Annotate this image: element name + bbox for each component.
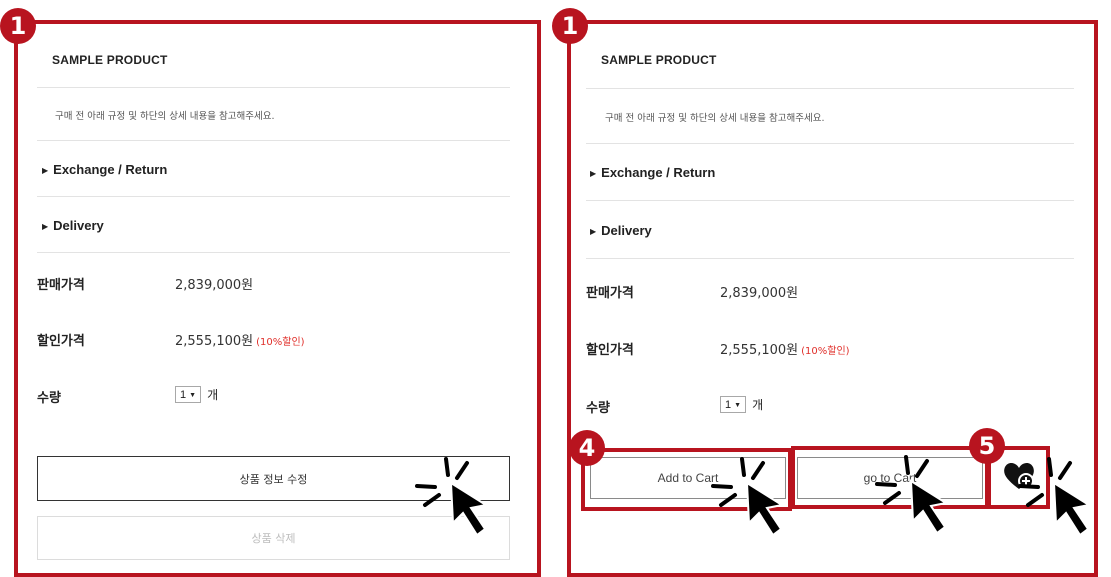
accordion-delivery[interactable]: ▶ Delivery [42,218,104,233]
quantity-select[interactable]: 1 ▼ [175,386,202,404]
step-badge-1-left: 1 [0,8,36,44]
product-title: SAMPLE PRODUCT [52,53,168,67]
triangle-right-icon: ▶ [42,166,49,175]
click-cursor-icon [415,457,489,537]
discount-price-row: 2,555,100원 (10%할인) [175,330,305,349]
quantity-row: 1 ▼ 개 [175,386,218,404]
click-cursor-icon [711,457,785,537]
divider [37,140,510,141]
discount-rate: (10%할인) [801,346,850,357]
triangle-right-icon: ▶ [42,222,49,231]
sale-price-value: 2,839,000원 [175,278,254,293]
purchase-notice: 구매 전 아래 규정 및 하단의 상세 내용을 참고해주세요. [605,113,825,124]
discount-price-label: 할인가격 [37,334,85,349]
divider [586,88,1074,89]
quantity-unit: 개 [207,388,219,403]
accordion-label: Exchange / Return [601,165,716,180]
quantity-select[interactable]: 1 ▼ [720,396,747,414]
click-cursor-icon [1018,457,1092,537]
accordion-label: Delivery [601,223,652,238]
quantity-label: 수량 [586,401,610,416]
quantity-row: 1 ▼ 개 [720,396,763,414]
quantity-unit: 개 [752,398,764,413]
click-cursor-icon [875,455,949,535]
sale-price-label: 판매가격 [37,278,85,293]
quantity-value: 1 [725,399,732,412]
sale-price-value: 2,839,000원 [720,286,799,301]
discount-price-label: 할인가격 [586,343,634,358]
divider [37,196,510,197]
accordion-exchange-return[interactable]: ▶ Exchange / Return [42,162,167,177]
divider [37,87,510,88]
sale-price-label: 판매가격 [586,286,634,301]
divider [586,258,1074,259]
triangle-down-icon: ▼ [734,402,742,410]
quantity-label: 수량 [37,391,61,406]
divider [37,252,510,253]
accordion-label: Delivery [53,218,104,233]
discount-price-value: 2,555,100원 [175,334,254,349]
triangle-right-icon: ▶ [590,169,597,178]
divider [586,200,1074,201]
discount-price-value: 2,555,100원 [720,343,799,358]
triangle-right-icon: ▶ [590,227,597,236]
step-badge-1-right: 1 [552,8,588,44]
purchase-notice: 구매 전 아래 규정 및 하단의 상세 내용을 참고해주세요. [55,111,275,122]
accordion-label: Exchange / Return [53,162,168,177]
divider [586,143,1074,144]
discount-price-row: 2,555,100원 (10%할인) [720,339,850,358]
accordion-delivery[interactable]: ▶ Delivery [590,223,652,238]
step-badge-4: 4 [569,430,605,466]
product-title: SAMPLE PRODUCT [601,53,717,67]
triangle-down-icon: ▼ [189,392,197,400]
accordion-exchange-return[interactable]: ▶ Exchange / Return [590,165,715,180]
discount-rate: (10%할인) [256,337,305,348]
quantity-value: 1 [180,389,187,402]
